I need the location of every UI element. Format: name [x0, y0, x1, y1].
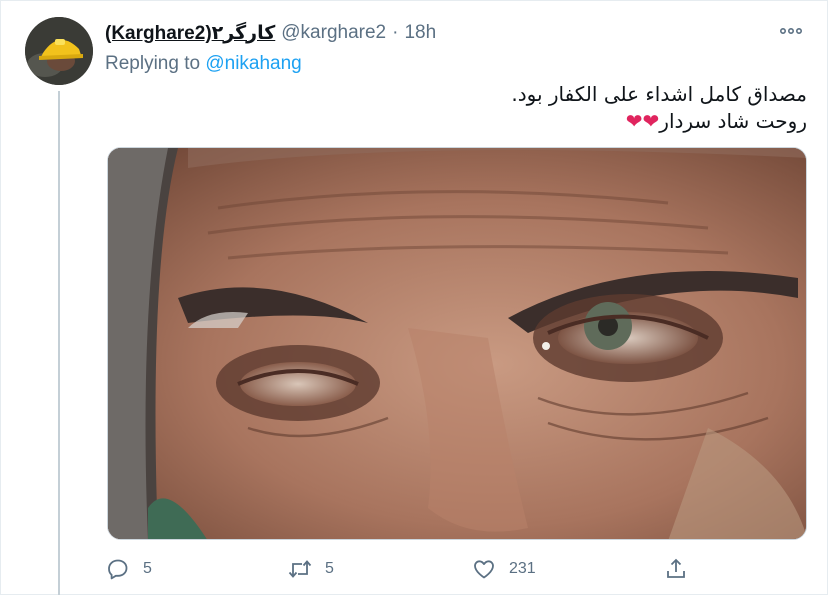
like-button[interactable]: 231 [471, 553, 536, 585]
reply-icon [105, 556, 131, 582]
tweet-card[interactable]: (Karghare2)کارگر۲ @karghare2 · 18h Reply… [0, 0, 828, 595]
replying-to: Replying to @nikahang [105, 53, 302, 75]
tweet-media[interactable] [107, 147, 807, 540]
reply-handle-link[interactable]: @nikahang [205, 53, 301, 74]
tweet-text-line-2: روحت شاد سردار❤❤ [421, 108, 807, 135]
retweet-icon [287, 556, 313, 582]
tweet-header: (Karghare2)کارگر۲ @karghare2 · 18h [105, 21, 436, 45]
tweet-text-line-1: مصداق کامل اشداء علی الکفار بود. [511, 82, 807, 106]
more-options-button[interactable] [777, 21, 805, 41]
heart-icon [471, 556, 497, 582]
tweet-text-line-2-text: روحت شاد سردار [659, 109, 807, 133]
avatar[interactable] [25, 17, 93, 85]
like-count: 231 [509, 560, 536, 577]
media-photo [108, 148, 806, 539]
timestamp[interactable]: 18h [404, 22, 436, 44]
replying-to-label: Replying to [105, 53, 206, 74]
tweet-text: مصداق کامل اشداء علی الکفار بود. روحت شا… [421, 81, 807, 135]
share-button[interactable] [663, 553, 689, 585]
more-icon [780, 28, 802, 34]
retweet-button[interactable]: 5 [287, 553, 334, 585]
retweet-count: 5 [325, 560, 334, 577]
heart-emoji: ❤❤ [625, 109, 660, 133]
tweet-actions: 5 5 231 [105, 553, 805, 585]
user-handle[interactable]: @karghare2 [281, 22, 386, 44]
thread-line [58, 91, 60, 595]
avatar-image [25, 17, 93, 85]
share-icon [663, 556, 689, 582]
display-name[interactable]: (Karghare2)کارگر۲ [105, 22, 275, 45]
reply-button[interactable]: 5 [105, 553, 152, 585]
separator-dot: · [392, 22, 399, 43]
reply-count: 5 [143, 560, 152, 577]
